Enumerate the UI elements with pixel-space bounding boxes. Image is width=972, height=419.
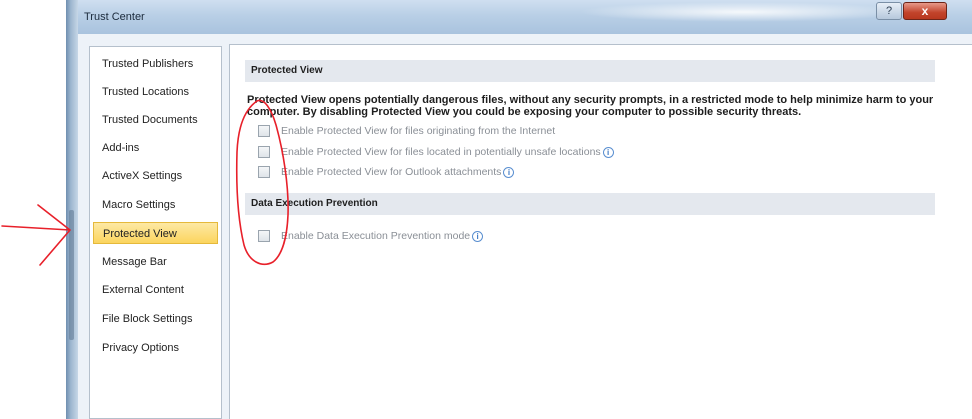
title-bar[interactable]: Trust Center	[78, 0, 972, 34]
help-button[interactable]: ?	[876, 2, 902, 20]
dep-header: Data Execution Prevention	[245, 193, 935, 215]
close-button[interactable]: x	[903, 2, 947, 20]
nav-item-add-ins[interactable]: Add-ins	[93, 137, 218, 159]
checkbox-unsafe-locations[interactable]	[258, 146, 270, 158]
nav-item-trusted-publishers[interactable]: Trusted Publishers	[93, 53, 218, 75]
nav-item-activex-settings[interactable]: ActiveX Settings	[93, 165, 218, 187]
nav-item-trusted-documents[interactable]: Trusted Documents	[93, 109, 218, 131]
desktop-background	[0, 0, 66, 419]
frame-grip	[69, 210, 74, 340]
nav-item-privacy-options[interactable]: Privacy Options	[93, 337, 218, 359]
nav-item-protected-view[interactable]: Protected View	[93, 222, 218, 244]
info-icon[interactable]: i	[472, 230, 484, 242]
checkbox-outlook-attachments[interactable]	[258, 166, 270, 178]
option-unsafe-locations[interactable]: Enable Protected View for files located …	[258, 145, 614, 159]
nav-item-file-block-settings[interactable]: File Block Settings	[93, 308, 218, 330]
info-icon[interactable]: i	[602, 146, 614, 158]
option-dep-mode-label: Enable Data Execution Prevention mode	[281, 230, 471, 242]
nav-item-macro-settings[interactable]: Macro Settings	[93, 194, 218, 216]
navigation-pane: Trusted Publishers Trusted Locations Tru…	[89, 46, 222, 419]
nav-item-external-content[interactable]: External Content	[93, 279, 218, 301]
option-unsafe-locations-label: Enable Protected View for files located …	[281, 146, 601, 158]
window-title: Trust Center	[84, 11, 145, 23]
option-outlook-attachments[interactable]: Enable Protected View for Outlook attach…	[258, 165, 515, 179]
checkbox-dep-mode[interactable]	[258, 230, 270, 242]
nav-item-trusted-locations[interactable]: Trusted Locations	[93, 81, 218, 103]
protected-view-header: Protected View	[245, 60, 935, 82]
protected-view-description: Protected View opens potentially dangero…	[247, 94, 934, 118]
option-dep-mode[interactable]: Enable Data Execution Prevention mode i	[258, 229, 484, 243]
nav-item-message-bar[interactable]: Message Bar	[93, 251, 218, 273]
option-internet-files[interactable]: Enable Protected View for files originat…	[258, 124, 555, 138]
window-left-frame	[66, 0, 78, 419]
checkbox-internet-files[interactable]	[258, 125, 270, 137]
title-bar-glow	[578, 2, 908, 22]
option-outlook-attachments-label: Enable Protected View for Outlook attach…	[281, 166, 502, 178]
info-icon[interactable]: i	[503, 166, 515, 178]
option-internet-files-label: Enable Protected View for files originat…	[281, 125, 556, 137]
